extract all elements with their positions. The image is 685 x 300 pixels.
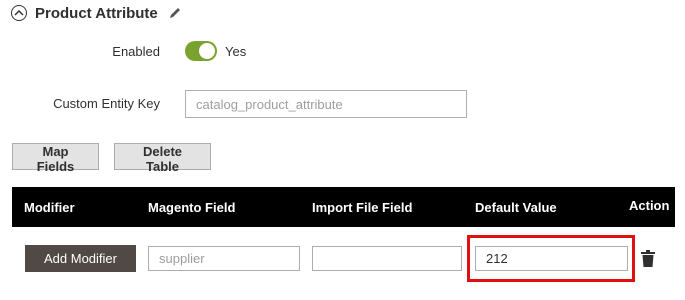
default-value-input[interactable] bbox=[475, 246, 628, 271]
header-modifier: Modifier bbox=[24, 200, 75, 215]
trash-icon[interactable] bbox=[641, 250, 655, 268]
custom-entity-key-label: Custom Entity Key bbox=[53, 96, 160, 111]
map-fields-button[interactable]: Map Fields bbox=[12, 143, 99, 174]
enabled-toggle[interactable] bbox=[185, 41, 217, 61]
custom-entity-key-input[interactable] bbox=[185, 90, 467, 118]
header-import-file-field: Import File Field bbox=[312, 200, 413, 215]
pencil-icon[interactable] bbox=[168, 6, 182, 20]
toggle-knob bbox=[199, 43, 215, 59]
enabled-label: Enabled bbox=[112, 44, 160, 59]
add-modifier-button[interactable]: Add Modifier bbox=[25, 245, 136, 272]
header-default-value: Default Value bbox=[475, 200, 557, 215]
enabled-state-text: Yes bbox=[225, 44, 247, 59]
header-action: Action bbox=[629, 198, 670, 213]
table-header: Modifier Magento Field Import File Field… bbox=[12, 187, 675, 227]
section-title: Product Attribute bbox=[35, 4, 158, 22]
magento-field-input[interactable] bbox=[148, 246, 300, 271]
import-file-field-input[interactable] bbox=[312, 246, 462, 271]
header-magento-field: Magento Field bbox=[148, 200, 236, 215]
collapse-circle-icon[interactable] bbox=[11, 5, 27, 21]
delete-table-button[interactable]: Delete Table bbox=[114, 143, 211, 174]
section-header[interactable]: Product Attribute bbox=[11, 3, 182, 23]
